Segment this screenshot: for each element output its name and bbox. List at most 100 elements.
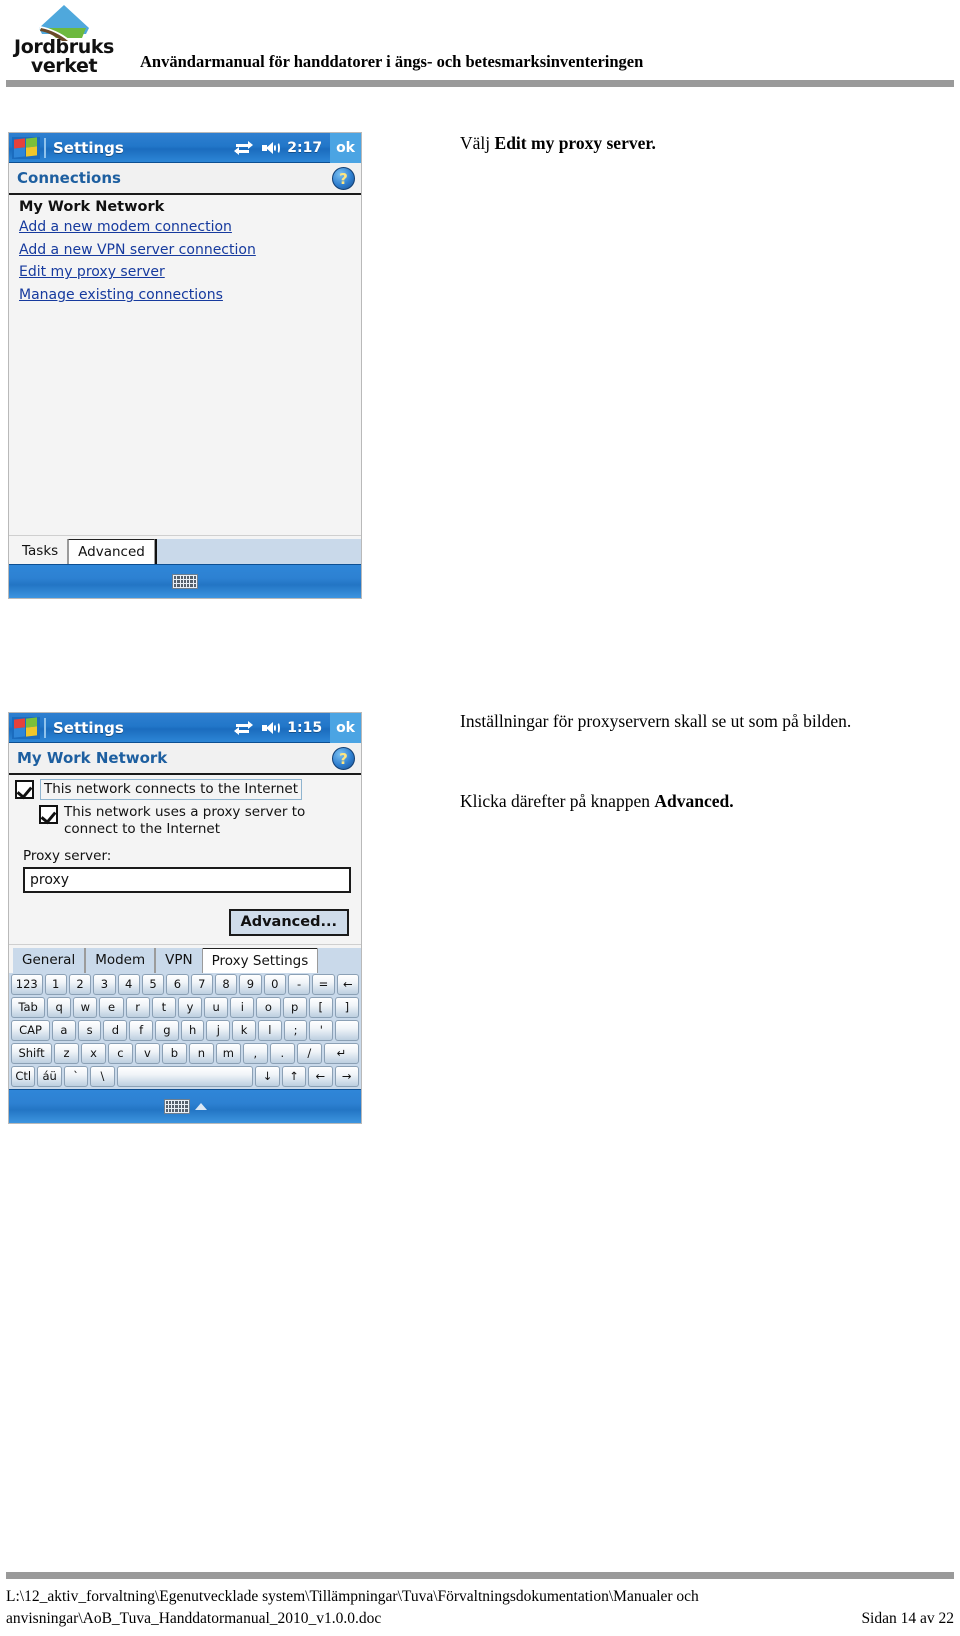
key-2[interactable]: 2: [68, 973, 92, 995]
pda1-app-title: Settings: [53, 138, 124, 157]
checkbox-uses-proxy-server[interactable]: [39, 804, 58, 824]
key-6[interactable]: 6: [166, 973, 189, 995]
link-edit-my-proxy-server[interactable]: Edit my proxy server: [9, 261, 361, 284]
key-accent-chars[interactable]: áü: [37, 1065, 62, 1087]
tab-vpn[interactable]: VPN: [155, 947, 203, 973]
key-semicolon[interactable]: ;: [283, 1019, 308, 1041]
key-7[interactable]: 7: [190, 973, 213, 995]
checkbox-connects-to-internet[interactable]: [15, 780, 34, 799]
proxy-server-input[interactable]: proxy: [23, 866, 351, 893]
key-n[interactable]: n: [188, 1042, 214, 1064]
key-8[interactable]: 8: [214, 973, 238, 995]
key-apostrophe[interactable]: ': [309, 1019, 334, 1041]
windows-start-icon[interactable]: [12, 136, 40, 159]
key-1[interactable]: 1: [44, 973, 67, 995]
key-bracket-left[interactable]: [: [308, 996, 333, 1018]
key-o[interactable]: o: [256, 996, 281, 1018]
key-l[interactable]: l: [257, 1019, 282, 1041]
key-comma[interactable]: ,: [242, 1042, 268, 1064]
key-w[interactable]: w: [73, 996, 98, 1018]
key-slash[interactable]: /: [296, 1042, 322, 1064]
key-p[interactable]: p: [282, 996, 307, 1018]
keyboard-icon[interactable]: [163, 1098, 190, 1114]
key-equals[interactable]: =: [312, 973, 335, 995]
tab-modem[interactable]: Modem: [85, 947, 156, 973]
tab-general[interactable]: General: [13, 947, 86, 973]
tab-proxy-settings[interactable]: Proxy Settings: [202, 947, 318, 973]
pda2-clock[interactable]: 1:15: [287, 720, 322, 736]
key-3[interactable]: 3: [93, 973, 116, 995]
key-s[interactable]: s: [77, 1019, 102, 1041]
key-backspace[interactable]: ←: [336, 973, 359, 995]
key-i[interactable]: i: [230, 996, 255, 1018]
key-cap[interactable]: CAP: [11, 1019, 50, 1041]
help-icon[interactable]: ?: [332, 167, 355, 190]
key-arrow-up[interactable]: ↑: [281, 1065, 307, 1087]
pda1-titlebar-right: 2:17 ok: [234, 133, 361, 163]
key-0[interactable]: 0: [263, 973, 286, 995]
key-r[interactable]: r: [125, 996, 150, 1018]
footer-path-line-2: anvisningar\AoB_Tuva_Handdatormanual_201…: [6, 1610, 382, 1627]
key-d[interactable]: d: [103, 1019, 128, 1041]
footer-bottom-row: anvisningar\AoB_Tuva_Handdatormanual_201…: [6, 1608, 954, 1630]
footer-page-number: Sidan 14 av 22: [861, 1610, 954, 1627]
key-bracket-right[interactable]: ]: [334, 996, 359, 1018]
key-j[interactable]: j: [206, 1019, 231, 1041]
speaker-icon[interactable]: [261, 720, 281, 736]
key-arrow-left[interactable]: ←: [308, 1065, 333, 1087]
key-minus[interactable]: -: [287, 973, 311, 995]
key-h[interactable]: h: [180, 1019, 205, 1041]
key-v[interactable]: v: [134, 1042, 160, 1064]
help-icon[interactable]: ?: [332, 747, 355, 770]
key-arrow-right[interactable]: →: [334, 1065, 359, 1087]
key-b[interactable]: b: [161, 1042, 187, 1064]
key-u[interactable]: u: [204, 996, 229, 1018]
key-space[interactable]: [116, 1065, 254, 1087]
pda2-titlebar: Settings 1:15 ok: [9, 713, 361, 743]
checkbox-row-uses-proxy[interactable]: This network uses a proxy server to conn…: [9, 800, 361, 838]
connection-arrows-icon[interactable]: [234, 140, 254, 156]
key-shift[interactable]: Shift: [11, 1042, 53, 1064]
key-arrow-down[interactable]: ↓: [255, 1065, 280, 1087]
key-backtick[interactable]: `: [63, 1065, 89, 1087]
pda1-ok-button[interactable]: ok: [330, 133, 361, 163]
key-4[interactable]: 4: [117, 973, 140, 995]
tab-tasks[interactable]: Tasks: [13, 539, 69, 564]
key-c[interactable]: c: [107, 1042, 133, 1064]
key-9[interactable]: 9: [239, 973, 262, 995]
keyboard-icon[interactable]: [172, 574, 198, 589]
key-x[interactable]: x: [81, 1042, 106, 1064]
key-5[interactable]: 5: [141, 973, 165, 995]
key-m[interactable]: m: [215, 1042, 241, 1064]
key-a[interactable]: a: [51, 1019, 76, 1041]
windows-start-icon[interactable]: [12, 716, 40, 739]
note-proxy-settings-description: Inställningar för proxyservern skall se …: [460, 711, 852, 731]
link-manage-existing-connections[interactable]: Manage existing connections: [9, 284, 361, 307]
key-tab[interactable]: Tab: [11, 996, 46, 1018]
connection-arrows-icon[interactable]: [234, 720, 254, 736]
key-f[interactable]: f: [129, 1019, 153, 1041]
key-g[interactable]: g: [154, 1019, 179, 1041]
link-add-vpn-connection[interactable]: Add a new VPN server connection: [9, 239, 361, 262]
advanced-button[interactable]: Advanced...: [228, 908, 349, 936]
key-y[interactable]: y: [177, 996, 203, 1018]
pda1-clock[interactable]: 2:17: [287, 140, 322, 156]
key-backslash[interactable]: \: [90, 1065, 115, 1087]
tab-advanced[interactable]: Advanced: [68, 539, 155, 564]
pda2-ok-button[interactable]: ok: [330, 713, 361, 743]
on-screen-keyboard[interactable]: 123 1 2 3 4 5 6 7 8 9 0 - = ← Tab q w e …: [9, 972, 361, 1089]
caret-up-icon[interactable]: [194, 1102, 207, 1110]
key-k[interactable]: k: [232, 1019, 256, 1041]
key-enter[interactable]: ↵: [323, 1042, 360, 1064]
key-ctl[interactable]: Ctl: [11, 1065, 36, 1087]
key-123[interactable]: 123: [11, 973, 43, 995]
speaker-icon[interactable]: [261, 140, 281, 156]
checkbox-connects-to-internet-label: This network connects to the Internet: [40, 779, 303, 800]
key-e[interactable]: e: [99, 996, 124, 1018]
key-period[interactable]: .: [269, 1042, 295, 1064]
key-z[interactable]: z: [54, 1042, 80, 1064]
checkbox-row-connects-internet[interactable]: This network connects to the Internet: [9, 775, 361, 800]
key-t[interactable]: t: [151, 996, 176, 1018]
key-q[interactable]: q: [47, 996, 72, 1018]
link-add-modem-connection[interactable]: Add a new modem connection: [9, 216, 361, 239]
